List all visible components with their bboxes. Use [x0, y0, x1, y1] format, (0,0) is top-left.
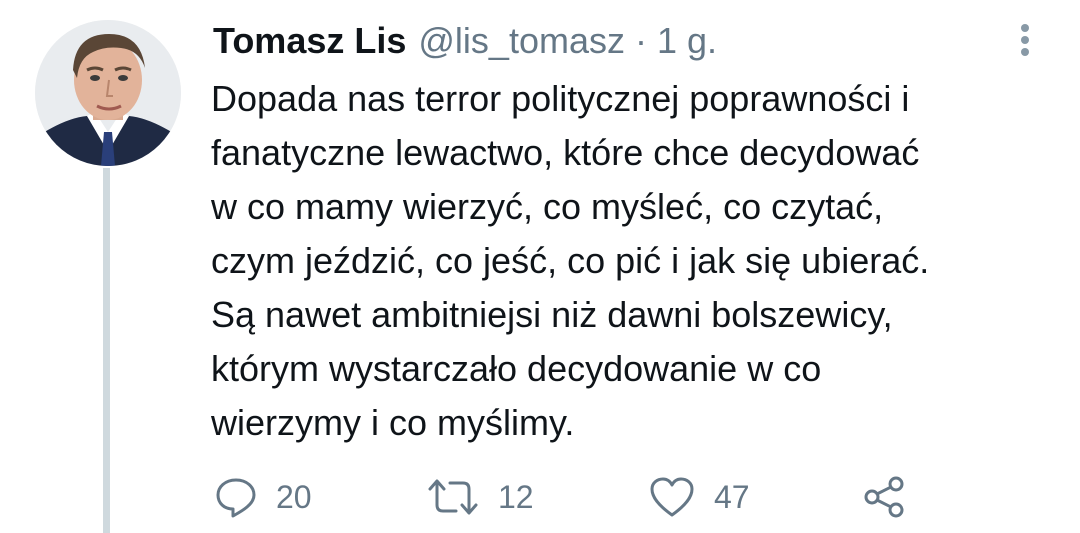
reply-button[interactable]: 20	[214, 472, 312, 522]
retweet-count: 12	[498, 478, 534, 515]
author-handle[interactable]: @lis_tomasz	[418, 20, 625, 62]
tweet-timestamp[interactable]: 1 g.	[657, 20, 717, 62]
avatar-portrait	[35, 20, 181, 166]
like-button[interactable]: 47	[648, 472, 750, 522]
more-options-button[interactable]	[1012, 20, 1038, 60]
reply-count: 20	[276, 478, 312, 515]
header-separator: ·	[635, 20, 647, 61]
tweet-text: Dopada nas terror politycznej poprawnośc…	[211, 78, 930, 443]
tweet-header: Tomasz Lis @lis_tomasz · 1 g.	[213, 20, 717, 64]
share-button[interactable]	[860, 472, 908, 522]
like-count: 47	[714, 478, 750, 515]
speech-bubble-icon	[216, 478, 256, 518]
heart-icon	[650, 477, 694, 517]
avatar[interactable]	[35, 20, 181, 166]
retweet-arrows-icon	[428, 479, 478, 515]
share-nodes-icon	[864, 476, 904, 518]
author-name[interactable]: Tomasz Lis	[213, 20, 406, 62]
tweet-card[interactable]: Tomasz Lis @lis_tomasz · 1 g. Dopada nas…	[0, 0, 1080, 533]
thread-line	[103, 168, 110, 533]
vertical-ellipsis-icon	[1021, 24, 1029, 56]
retweet-button[interactable]: 12	[426, 472, 534, 522]
